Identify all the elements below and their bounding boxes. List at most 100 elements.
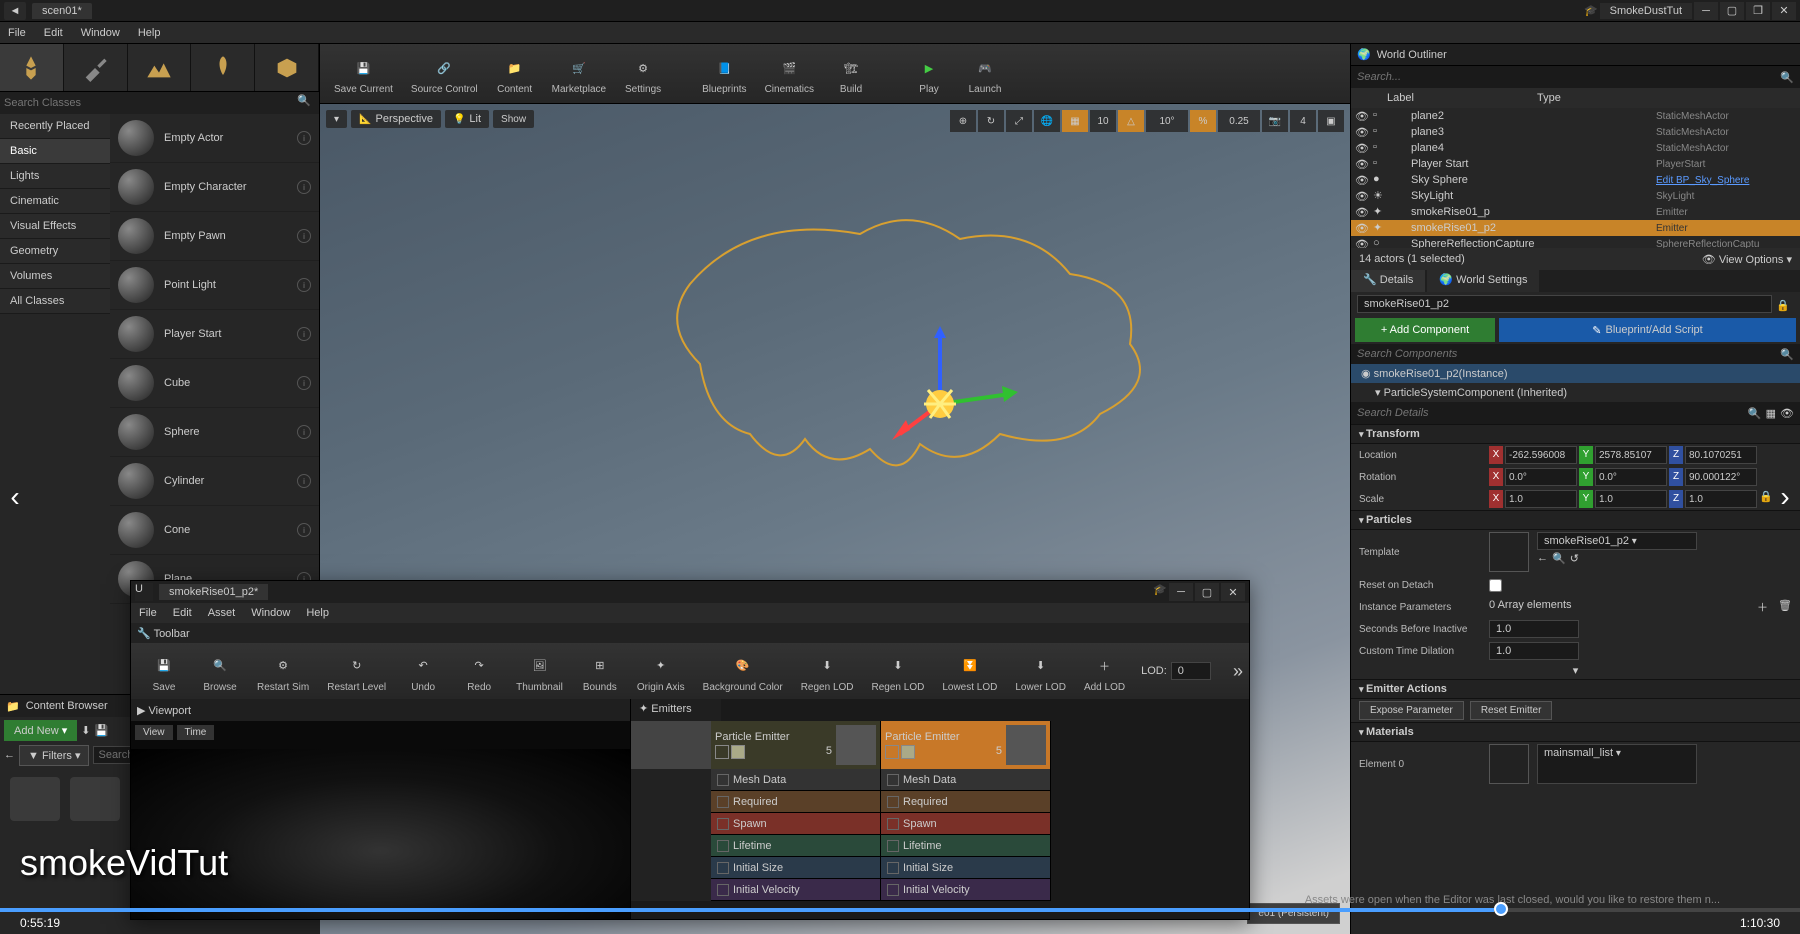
component-root[interactable]: ◉ smokeRise01_p2(Instance) <box>1351 364 1800 383</box>
close-button[interactable]: ✕ <box>1772 2 1796 20</box>
filters-button[interactable]: ▼ Filters ▾ <box>19 745 89 766</box>
vp-perspective[interactable]: 📐 Perspective <box>351 110 441 128</box>
vp-transform-rotate[interactable]: ↻ <box>978 110 1004 132</box>
material-thumbnail[interactable] <box>1489 744 1529 784</box>
search-icon[interactable]: 🔍 <box>1748 407 1762 420</box>
template-back-icon[interactable]: ← <box>1537 552 1548 565</box>
vp-grid-snap[interactable]: ▦ <box>1062 110 1088 132</box>
section-emitter-actions[interactable]: Emitter Actions <box>1351 679 1800 699</box>
seconds-inactive-input[interactable] <box>1489 620 1579 638</box>
folder-item[interactable] <box>10 777 60 821</box>
add-new-button[interactable]: Add New ▾ <box>4 720 77 741</box>
cascade-save[interactable]: 💾Save <box>137 648 191 695</box>
vp-angle-val[interactable]: 10° <box>1146 110 1188 132</box>
cascade-viewport-tab[interactable]: ▶ Viewport <box>137 704 191 717</box>
loc-z[interactable] <box>1685 446 1757 464</box>
cascade-help-icon[interactable]: 🎓 <box>1153 583 1167 601</box>
video-progress-bar[interactable] <box>0 908 1800 912</box>
add-component-button[interactable]: + Add Component <box>1355 318 1495 342</box>
tb-build[interactable]: 🏗Build <box>824 50 878 97</box>
mode-foliage[interactable] <box>191 44 255 91</box>
tb-settings[interactable]: ⚙Settings <box>616 50 670 97</box>
rot-z[interactable] <box>1685 468 1757 486</box>
import-icon[interactable]: ⬇ <box>81 724 90 737</box>
cat-recently-placed[interactable]: Recently Placed <box>0 114 110 139</box>
vp-scale-val[interactable]: 0.25 <box>1218 110 1260 132</box>
prev-arrow[interactable]: ‹ <box>0 467 30 527</box>
lock-icon[interactable]: 🔒 <box>1772 295 1794 313</box>
expand-icon[interactable]: ▾ <box>1573 665 1579 677</box>
cascade-asset-tab[interactable]: smokeRise01_p2* <box>159 584 268 600</box>
cascade-thumbnail[interactable]: 🖼Thumbnail <box>508 648 571 695</box>
outliner-row[interactable]: 👁●Sky SphereEdit BP_Sky_Sphere <box>1351 172 1800 188</box>
loc-y[interactable] <box>1595 446 1667 464</box>
vp-cam-speed[interactable]: 4 <box>1290 110 1316 132</box>
time-dilation-input[interactable] <box>1489 642 1579 660</box>
cascade-redo[interactable]: ↷Redo <box>452 648 506 695</box>
place-empty-pawn[interactable]: Empty Pawni <box>110 212 319 261</box>
outliner-row[interactable]: 👁▫plane3StaticMeshActor <box>1351 124 1800 140</box>
details-tab[interactable]: 🔧 Details <box>1351 270 1425 292</box>
cascade-browse[interactable]: 🔍Browse <box>193 648 247 695</box>
vp-dropdown[interactable]: ▾ <box>326 110 347 128</box>
expose-parameter-button[interactable]: Expose Parameter <box>1359 701 1464 720</box>
cascade-lower-lod[interactable]: ⬇Lower LOD <box>1007 648 1074 695</box>
scale-z[interactable] <box>1685 490 1757 508</box>
module-initial-velocity[interactable]: Initial Velocity <box>711 879 880 901</box>
cascade-restart-level[interactable]: ↻Restart Level <box>319 648 394 695</box>
outliner-row-selected[interactable]: 👁✦smokeRise01_p2Emitter <box>1351 220 1800 236</box>
cascade-regen-lod[interactable]: ⬇Regen LOD <box>793 648 862 695</box>
cat-basic[interactable]: Basic <box>0 139 110 164</box>
scene-tab[interactable]: scen01* <box>32 3 92 19</box>
cascade-regen-lod2[interactable]: ⬇Regen LOD <box>864 648 933 695</box>
tutorial-icon[interactable]: 🎓 <box>1584 4 1598 17</box>
scale-y[interactable] <box>1595 490 1667 508</box>
component-child[interactable]: ▾ ParticleSystemComponent (Inherited) <box>1351 383 1800 402</box>
cat-lights[interactable]: Lights <box>0 164 110 189</box>
module-required[interactable]: Required <box>711 791 880 813</box>
cat-visual-effects[interactable]: Visual Effects <box>0 214 110 239</box>
save-all-icon[interactable]: 💾 <box>94 724 108 737</box>
cascade-view-button[interactable]: View <box>135 725 173 740</box>
mode-paint[interactable] <box>64 44 128 91</box>
outliner-row[interactable]: 👁▫plane4StaticMeshActor <box>1351 140 1800 156</box>
clear-elements-icon[interactable]: 🗑 <box>1778 599 1792 615</box>
tb-launch[interactable]: 🎮Launch <box>958 50 1012 97</box>
module-initial-velocity[interactable]: Initial Velocity <box>881 879 1050 901</box>
cascade-origin-axis[interactable]: ✦Origin Axis <box>629 648 693 695</box>
reset-detach-checkbox[interactable] <box>1489 579 1502 592</box>
vp-coord-space[interactable]: 🌐 <box>1034 110 1060 132</box>
vp-show[interactable]: Show <box>493 110 534 128</box>
tb-play[interactable]: ▶Play <box>902 50 956 97</box>
cascade-time-button[interactable]: Time <box>177 725 215 740</box>
outliner-row[interactable]: 👁▫Player StartPlayerStart <box>1351 156 1800 172</box>
cascade-menu-asset[interactable]: Asset <box>208 607 236 619</box>
cascade-toolbar-tab[interactable]: 🔧 Toolbar <box>137 627 190 640</box>
path-back-icon[interactable]: ← <box>4 749 15 761</box>
module-spawn[interactable]: Spawn <box>711 813 880 835</box>
cascade-maximize[interactable]: ▢ <box>1195 583 1219 601</box>
mode-landscape[interactable] <box>128 44 192 91</box>
vp-maximize[interactable]: ▣ <box>1318 110 1344 132</box>
vp-transform-move[interactable]: ⊕ <box>950 110 976 132</box>
modes-search-input[interactable] <box>4 97 297 109</box>
vp-angle-snap[interactable]: △ <box>1118 110 1144 132</box>
cascade-lowest-lod[interactable]: ⏬Lowest LOD <box>934 648 1005 695</box>
template-reset-icon[interactable]: ↺ <box>1570 552 1579 565</box>
back-button[interactable]: ◄ <box>4 2 26 20</box>
tb-save[interactable]: 💾Save Current <box>326 50 401 97</box>
cascade-bg-color[interactable]: 🎨Background Color <box>695 648 791 695</box>
cascade-minimize[interactable]: ─ <box>1169 583 1193 601</box>
menu-window[interactable]: Window <box>81 27 120 39</box>
emitter-1-header[interactable]: Particle Emitter5 <box>711 721 880 769</box>
emitter-2-header[interactable]: Particle Emitter5 <box>881 721 1050 769</box>
cascade-menu-edit[interactable]: Edit <box>173 607 192 619</box>
cascade-menu-window[interactable]: Window <box>251 607 290 619</box>
module-lifetime[interactable]: Lifetime <box>711 835 880 857</box>
tb-blueprints[interactable]: 📘Blueprints <box>694 50 754 97</box>
menu-help[interactable]: Help <box>138 27 161 39</box>
maximize-button[interactable]: ▢ <box>1720 2 1744 20</box>
next-arrow[interactable]: › <box>1770 467 1800 527</box>
search-icon[interactable]: 🔍 <box>1780 348 1794 361</box>
blueprint-script-button[interactable]: ✎ Blueprint/Add Script <box>1499 318 1796 342</box>
